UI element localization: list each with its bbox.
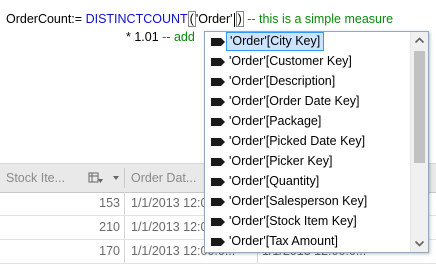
autocomplete-item-label: 'Order'[Picker Key] xyxy=(229,154,333,168)
autocomplete-item-label: 'Order'[Quantity] xyxy=(229,174,320,188)
cell-divider xyxy=(124,192,125,215)
stock-cell: 153 xyxy=(99,196,120,210)
text-cursor xyxy=(233,12,235,27)
autocomplete-popup[interactable]: 'Order'[City Key] 'Order'[Customer Key] 'O… xyxy=(204,31,429,253)
column-tag-icon xyxy=(211,238,225,246)
autocomplete-item-label: 'Order'[Salesperson Key] xyxy=(229,194,368,208)
header-separator[interactable] xyxy=(124,168,125,188)
autocomplete-item-label: 'Order'[Description] xyxy=(229,74,336,88)
autocomplete-item-label: 'Order'[Picked Date Key] xyxy=(229,134,366,148)
scroll-up-icon[interactable] xyxy=(411,32,428,49)
function-name: DISTINCTCOUNT xyxy=(85,12,188,26)
column-tag-icon xyxy=(211,98,225,106)
autocomplete-item[interactable]: 'Order'[Picked Date Key] xyxy=(206,132,409,151)
formula-line-2: * 1.01 -- add xyxy=(126,28,195,46)
stock-cell: 210 xyxy=(99,220,120,234)
autocomplete-item-label: 'Order'[Stock Item Key] xyxy=(229,214,357,228)
filter-table-icon[interactable] xyxy=(88,172,104,184)
column-tag-icon xyxy=(211,178,225,186)
stock-cell: 170 xyxy=(99,244,120,258)
autocomplete-item[interactable]: 'Order'[Stock Item Key] xyxy=(206,212,409,231)
autocomplete-item[interactable]: 'Order'[Tax Amount] xyxy=(206,232,409,251)
table-reference: 'Order' xyxy=(195,12,233,26)
scroll-down-icon[interactable] xyxy=(411,235,428,252)
cell-divider xyxy=(124,216,125,239)
column-tag-icon xyxy=(211,58,225,66)
column-tag-icon xyxy=(211,38,225,46)
column-tag-icon xyxy=(211,118,225,126)
autocomplete-list[interactable]: 'Order'[City Key] 'Order'[Customer Key] 'O… xyxy=(206,32,409,251)
autocomplete-item[interactable]: 'Order'[Order Date Key] xyxy=(206,92,409,111)
open-paren: ( xyxy=(187,11,196,27)
column-tag-icon xyxy=(211,138,225,146)
autocomplete-item[interactable]: 'Order'[Description] xyxy=(206,72,409,91)
measure-name: OrderCount:= xyxy=(6,12,83,26)
cell-divider xyxy=(124,240,125,263)
autocomplete-item-label: 'Order'[City Key] xyxy=(226,32,325,51)
order-date-cell: 1/1/2013 12:00:0... xyxy=(131,196,204,210)
column-header-stock-item[interactable]: Stock Ite... xyxy=(6,164,80,192)
column-tag-icon xyxy=(211,158,225,166)
autocomplete-item[interactable]: 'Order'[Quantity] xyxy=(206,172,409,191)
autocomplete-item[interactable]: 'Order'[Customer Key] xyxy=(206,52,409,71)
column-header-order-date[interactable]: Order Dat... xyxy=(131,164,203,192)
autocomplete-item-label: 'Order'[Tax Amount] xyxy=(229,234,338,248)
sort-dropdown-icon[interactable] xyxy=(113,176,119,180)
autocomplete-item[interactable]: 'Order'[City Key] xyxy=(206,32,409,51)
autocomplete-item[interactable]: 'Order'[Salesperson Key] xyxy=(206,192,409,211)
line-1-comment: -- this is a simple measure xyxy=(247,12,394,26)
close-paren: ) xyxy=(235,11,244,27)
line-2-comment: -- add xyxy=(162,30,195,44)
column-tag-icon xyxy=(211,78,225,86)
autocomplete-item-label: 'Order'[Order Date Key] xyxy=(229,94,360,108)
autocomplete-item[interactable]: 'Order'[Package] xyxy=(206,112,409,131)
autocomplete-item[interactable]: 'Order'[Picker Key] xyxy=(206,152,409,171)
autocomplete-item-label: 'Order'[Customer Key] xyxy=(229,54,352,68)
autocomplete-item-label: 'Order'[Package] xyxy=(229,114,322,128)
order-date-cell: 1/1/2013 12:00:0... xyxy=(131,220,204,234)
line-2-expression: * 1.01 xyxy=(126,30,159,44)
formula-line-1: OrderCount:= DISTINCTCOUNT('Order') -- t… xyxy=(6,10,393,28)
scrollbar-thumb[interactable] xyxy=(414,51,425,163)
column-tag-icon xyxy=(211,218,225,226)
popup-scrollbar[interactable] xyxy=(410,32,428,252)
column-tag-icon xyxy=(211,198,225,206)
